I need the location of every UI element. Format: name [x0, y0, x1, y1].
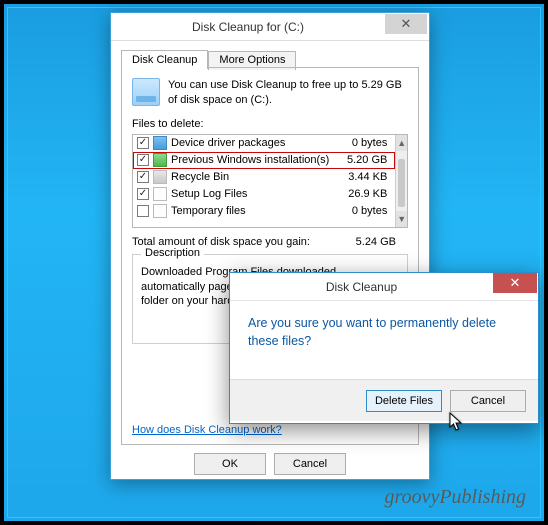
disk-icon: [132, 78, 160, 106]
checkbox[interactable]: ✓: [137, 154, 149, 166]
confirm-button-row: Delete Files Cancel: [230, 379, 538, 421]
titlebar[interactable]: Disk Cleanup for (C:) ✕: [111, 13, 429, 41]
watermark: groovyPublishing: [385, 486, 526, 509]
checkbox[interactable]: ✓: [137, 137, 149, 149]
scroll-track[interactable]: [396, 151, 407, 211]
scroll-up-button[interactable]: ▲: [396, 135, 407, 151]
tab-disk-cleanup[interactable]: Disk Cleanup: [121, 50, 208, 69]
list-item-size: 0 bytes: [333, 205, 391, 217]
main-button-row: OK Cancel: [121, 445, 419, 475]
confirm-dialog: Disk Cleanup ✕ Are you sure you want to …: [229, 272, 539, 424]
file-icon: [153, 204, 167, 218]
blue-icon: [153, 136, 167, 150]
list-item-size: 3.44 KB: [333, 171, 391, 183]
confirm-cancel-button[interactable]: Cancel: [450, 390, 526, 412]
list-item[interactable]: Temporary files 0 bytes: [133, 203, 395, 220]
cancel-button[interactable]: Cancel: [274, 453, 346, 475]
confirm-titlebar[interactable]: Disk Cleanup ✕: [230, 273, 538, 301]
scrollbar[interactable]: ▲ ▼: [395, 135, 407, 227]
list-item[interactable]: ✓ Device driver packages 0 bytes: [133, 135, 395, 152]
confirm-message: Are you sure you want to permanently del…: [230, 301, 538, 379]
checkbox[interactable]: [137, 205, 149, 217]
desktop-background: Disk Cleanup for (C:) ✕ Disk Cleanup Mor…: [4, 4, 544, 521]
window-close-button[interactable]: ✕: [385, 14, 427, 34]
scroll-thumb[interactable]: [398, 159, 405, 207]
list-item-name: Temporary files: [171, 205, 329, 217]
files-listbox[interactable]: ✓ Device driver packages 0 bytes ✓ Previous …: [132, 134, 408, 228]
list-item[interactable]: ✓ Previous Windows installation(s) 5.20 GB: [133, 152, 395, 169]
list-item-name: Recycle Bin: [171, 171, 329, 183]
list-item[interactable]: ✓ Setup Log Files 26.9 KB: [133, 186, 395, 203]
list-item-size: 0 bytes: [333, 137, 391, 149]
checkbox[interactable]: ✓: [137, 188, 149, 200]
description-legend: Description: [141, 247, 204, 259]
list-item-name: Device driver packages: [171, 137, 329, 149]
intro-text: You can use Disk Cleanup to free up to 5…: [168, 78, 408, 108]
delete-files-button[interactable]: Delete Files: [366, 390, 442, 412]
close-icon: ✕: [510, 275, 521, 291]
list-item-name: Setup Log Files: [171, 188, 329, 200]
scroll-down-button[interactable]: ▼: [396, 211, 407, 227]
bin-icon: [153, 170, 167, 184]
close-icon: ✕: [401, 16, 412, 32]
list-item[interactable]: ✓ Recycle Bin 3.44 KB: [133, 169, 395, 186]
help-link[interactable]: How does Disk Cleanup work?: [132, 424, 282, 436]
list-item-name: Previous Windows installation(s): [171, 154, 329, 166]
files-to-delete-label: Files to delete:: [132, 118, 408, 130]
tab-strip: Disk Cleanup More Options: [121, 49, 419, 68]
window-title: Disk Cleanup for (C:): [111, 20, 385, 34]
confirm-close-button[interactable]: ✕: [493, 273, 537, 293]
files-list-body: ✓ Device driver packages 0 bytes ✓ Previous …: [133, 135, 395, 227]
green-icon: [153, 153, 167, 167]
checkbox[interactable]: ✓: [137, 171, 149, 183]
ok-button[interactable]: OK: [194, 453, 266, 475]
list-item-size: 5.20 GB: [333, 154, 391, 166]
list-item-size: 26.9 KB: [333, 188, 391, 200]
confirm-title: Disk Cleanup: [230, 280, 493, 294]
total-value: 5.24 GB: [318, 236, 408, 248]
intro-row: You can use Disk Cleanup to free up to 5…: [132, 78, 408, 108]
file-icon: [153, 187, 167, 201]
